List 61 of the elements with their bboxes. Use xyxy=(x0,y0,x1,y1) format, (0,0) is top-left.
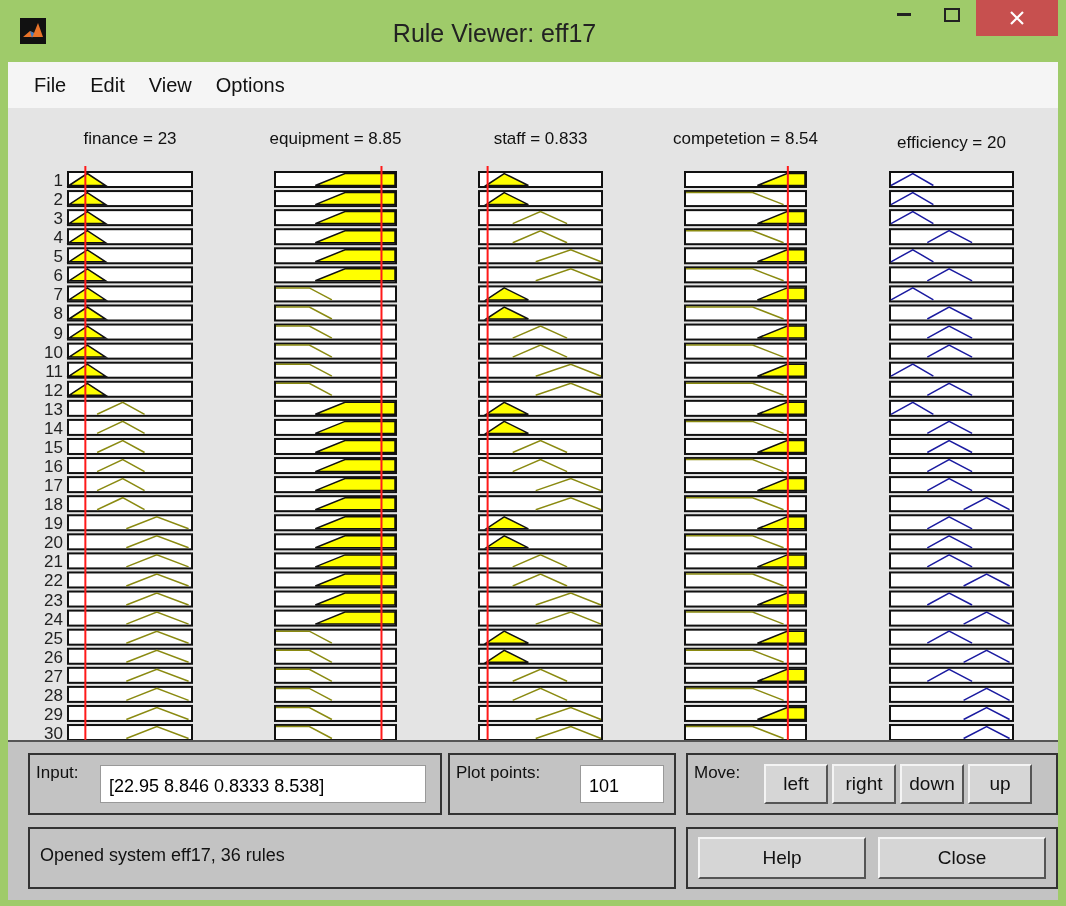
rule-number: 4 xyxy=(53,228,63,248)
column-header: competetion = 8.54 xyxy=(672,129,819,148)
minimize-icon xyxy=(897,13,911,17)
close-button[interactable] xyxy=(976,0,1058,36)
window-title: Rule Viewer: eff17 xyxy=(392,18,597,48)
column-header: equipment = 8.85 xyxy=(269,129,402,148)
move-label: Move: xyxy=(694,763,741,783)
plot-points-field[interactable]: 101 xyxy=(580,765,664,803)
rule-number: 15 xyxy=(44,438,63,457)
rule-number: 7 xyxy=(53,285,63,305)
move-button[interactable]: up xyxy=(968,764,1032,804)
move-button[interactable]: down xyxy=(900,764,964,804)
status-text: Opened system eff17, 36 rules xyxy=(40,845,285,867)
rule-number: 20 xyxy=(44,533,63,553)
input-label: Input: xyxy=(36,763,79,783)
menu-item[interactable]: Edit xyxy=(80,73,139,97)
move-button[interactable]: left xyxy=(764,764,828,804)
rule-number: 29 xyxy=(44,704,63,724)
input-field[interactable]: [22.95 8.846 0.8333 8.538] xyxy=(100,765,426,803)
rule-number: 12 xyxy=(44,380,63,400)
app-icon xyxy=(20,18,46,44)
rule-number: 5 xyxy=(53,247,63,267)
rule-number: 18 xyxy=(44,495,63,515)
rule-number: 16 xyxy=(44,457,63,477)
rule-number: 21 xyxy=(44,552,63,572)
rule-number: 3 xyxy=(53,209,63,229)
plot-points-label: Plot points: xyxy=(456,763,541,783)
rule-number: 23 xyxy=(44,590,63,610)
menu-item[interactable]: File xyxy=(24,73,81,97)
close-icon xyxy=(1010,11,1024,25)
rule-number: 11 xyxy=(45,361,63,381)
rule-number: 8 xyxy=(53,304,63,324)
rule-number: 24 xyxy=(44,609,63,629)
rule-number: 2 xyxy=(53,190,63,210)
input-value-line[interactable] xyxy=(380,166,383,740)
move-button[interactable]: right xyxy=(832,764,896,804)
rule-number: 9 xyxy=(53,323,63,343)
rule-number: 19 xyxy=(44,514,63,534)
menu-item[interactable]: Options xyxy=(205,73,299,97)
input-value-line[interactable] xyxy=(786,166,789,740)
input-value-line[interactable] xyxy=(486,166,489,740)
dialog-button[interactable]: Close xyxy=(878,837,1046,879)
maximize-icon xyxy=(944,8,960,22)
rule-number: 27 xyxy=(44,666,63,686)
dialog-button[interactable]: Help xyxy=(698,837,866,879)
rule-number: 13 xyxy=(44,399,63,419)
column-header: finance = 23 xyxy=(83,129,177,148)
rule-number: 28 xyxy=(44,685,63,705)
rule-number: 17 xyxy=(44,476,63,496)
rule-number: 30 xyxy=(44,724,63,740)
rule-number: 14 xyxy=(44,418,63,438)
rule-number: 1 xyxy=(53,171,63,190)
menu-item[interactable]: View xyxy=(138,73,206,97)
rule-number: 26 xyxy=(44,647,63,667)
input-value-line[interactable] xyxy=(84,166,87,740)
rule-number: 6 xyxy=(53,266,63,286)
column-header: efficiency = 20 xyxy=(897,133,1006,152)
rule-number: 25 xyxy=(44,628,63,648)
column-header: staff = 0.833 xyxy=(493,129,588,148)
rule-number: 10 xyxy=(44,342,63,362)
rule-number: 22 xyxy=(44,571,63,591)
